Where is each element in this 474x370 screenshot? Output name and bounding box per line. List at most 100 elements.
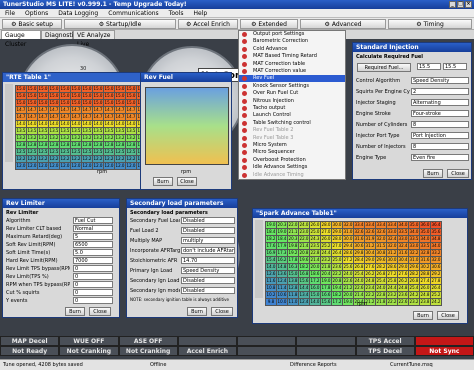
table-cell[interactable]: 32.6 [364,228,376,236]
field-value[interactable]: 0 [73,265,113,272]
table-cell[interactable]: 14.7 [125,106,137,114]
table-cell[interactable]: 12.0 [37,162,49,170]
table-cell[interactable]: 15.0 [26,99,38,107]
table-cell[interactable]: 14.0 [26,120,38,128]
table-cell[interactable]: 18.4 [276,235,288,243]
required-fuel-button[interactable]: Required Fuel... [357,63,411,72]
table-cell[interactable]: 12.0 [26,162,38,170]
table-cell[interactable]: 13.6 [276,270,288,278]
table-cell[interactable]: 12.8 [15,141,27,149]
table-cell[interactable]: 21.4 [353,291,365,299]
table-cell[interactable]: 14.0 [265,263,277,271]
table-cell[interactable]: 32.0 [342,221,354,229]
table-cell[interactable]: 24.8 [364,277,376,285]
tab-diagnostics[interactable]: Diagnostics [41,30,80,39]
menu-item[interactable]: Micro System [239,142,345,149]
table-cell[interactable]: 15.0 [114,99,126,107]
table-cell[interactable]: 18.2 [265,235,277,243]
table-cell[interactable]: 22.6 [397,298,409,306]
table-cell[interactable]: 22.2 [386,298,398,306]
table-cell[interactable]: 12.8 [26,141,38,149]
table-cell[interactable]: 12.0 [125,162,137,170]
table-cell[interactable]: 13.5 [92,127,104,135]
table-cell[interactable]: 30.0 [386,256,398,264]
table-cell[interactable]: 14.8 [276,263,288,271]
table-cell[interactable]: 13.5 [48,127,60,135]
table-cell[interactable]: 33.4 [353,221,365,229]
table-cell[interactable]: 13.2 [48,134,60,142]
table-cell[interactable]: 33.2 [430,249,442,257]
table-cell[interactable]: 35.0 [408,221,420,229]
table-cell[interactable]: 12.5 [48,148,60,156]
table-cell[interactable]: 12.2 [114,155,126,163]
table-cell[interactable]: 20.3 [276,221,288,229]
table-cell[interactable]: 32.4 [386,235,398,243]
table-cell[interactable]: 10.8 [265,284,277,292]
table-cell[interactable]: 15.0 [287,270,299,278]
table-cell[interactable]: 33.4 [386,221,398,229]
table-cell[interactable]: 12.5 [114,148,126,156]
table-cell[interactable]: 13.5 [81,127,93,135]
table-cell[interactable]: 11.0 [287,298,299,306]
table-cell[interactable]: 27.2 [386,270,398,278]
table-cell[interactable]: 19.8 [287,242,299,250]
table-cell[interactable]: 12.0 [48,162,60,170]
table-cell[interactable]: 15.0 [103,99,115,107]
table-cell[interactable]: 15.0 [37,99,49,107]
table-cell[interactable]: 26.0 [309,221,321,229]
table-cell[interactable]: 21.4 [298,242,310,250]
table-cell[interactable]: 34.0 [419,235,431,243]
table-cell[interactable]: 12.2 [70,155,82,163]
table-cell[interactable]: 13.5 [26,127,38,135]
table-cell[interactable]: 24.0 [375,284,387,292]
table-cell[interactable]: 14.7 [70,113,82,121]
table-cell[interactable]: 12.2 [26,155,38,163]
field-value[interactable]: don't include AFRtarget [181,247,235,254]
field-value[interactable]: 7000 [73,257,113,264]
menu-help[interactable]: Help [188,9,212,18]
table-cell[interactable]: 18.4 [265,228,277,236]
table-cell[interactable]: 32.4 [397,242,409,250]
extended-button[interactable]: ⚙ Extended [240,19,298,29]
table-cell[interactable]: 32.0 [430,256,442,264]
menu-data-logging[interactable]: Data Logging [53,9,103,18]
table-cell[interactable]: 26.0 [320,235,332,243]
field-value[interactable]: 8 [411,143,469,150]
table-cell[interactable]: 24.2 [430,298,442,306]
startup-idle-button[interactable]: ⚙ Startup/Idle [64,19,176,29]
menu-options[interactable]: Options [20,9,53,18]
table-cell[interactable]: 13.2 [103,134,115,142]
table-cell[interactable]: 23.8 [419,298,431,306]
table-cell[interactable]: 14.0 [309,298,321,306]
table-cell[interactable]: 32.6 [375,228,387,236]
table-cell[interactable]: 32.8 [419,249,431,257]
table-cell[interactable]: 12.2 [125,155,137,163]
table-cell[interactable]: 20.3 [287,235,299,243]
table-cell[interactable]: 12.5 [59,148,71,156]
table-cell[interactable]: 32.0 [375,235,387,243]
table-cell[interactable]: 13.5 [15,127,27,135]
table-cell[interactable]: 13.8 [287,277,299,285]
table-cell[interactable]: 27.6 [364,263,376,271]
table-cell[interactable]: 15.0 [81,92,93,100]
table-cell[interactable]: 14.0 [59,120,71,128]
table-cell[interactable]: 20.0 [309,263,321,271]
table-cell[interactable]: 20.4 [320,270,332,278]
table-cell[interactable]: 13.2 [26,134,38,142]
field-value[interactable]: Four-stroke [411,110,469,117]
table-cell[interactable]: 21.4 [309,256,321,264]
table-cell[interactable]: 14.7 [37,106,49,114]
table-cell[interactable]: 14.0 [103,120,115,128]
menu-item[interactable]: Launch Control [239,112,345,119]
table-cell[interactable]: 22.6 [342,277,354,285]
menu-item[interactable]: Idle Advance Settings [239,164,345,171]
table-cell[interactable]: 19.4 [331,284,343,292]
table-cell[interactable]: 12.5 [26,148,38,156]
table-cell[interactable]: 25.8 [386,277,398,285]
spark-close-button[interactable]: Close [437,311,459,320]
table-cell[interactable]: 12.2 [59,155,71,163]
field-value[interactable]: 5 [73,233,113,240]
table-cell[interactable]: 33.0 [408,242,420,250]
table-cell[interactable]: 14.0 [37,120,49,128]
table-cell[interactable]: 15.0 [70,85,82,93]
